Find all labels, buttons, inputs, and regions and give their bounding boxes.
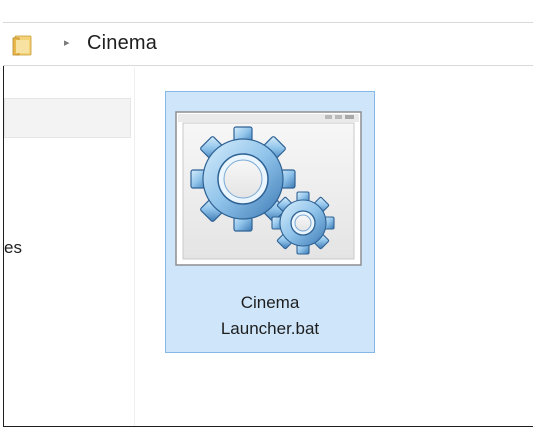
file-name-line-1: Cinema <box>240 293 300 312</box>
breadcrumb-current-folder[interactable]: Cinema <box>87 32 157 55</box>
address-bar[interactable]: ▸ Cinema <box>3 22 533 66</box>
nav-item-label[interactable]: es <box>4 238 22 258</box>
batch-file-gears-icon <box>175 111 362 266</box>
file-list-area: Cinema Launcher.bat <box>136 67 533 426</box>
folder-icon <box>12 35 32 56</box>
file-item-cinema-launcher[interactable]: Cinema Launcher.bat <box>165 91 375 353</box>
navigation-pane: es <box>4 67 135 426</box>
file-name-line-2: Launcher.bat <box>220 319 320 338</box>
nav-selected-item[interactable] <box>4 98 131 138</box>
explorer-window: ▸ Cinema es Cinema Launcher.bat <box>0 0 533 432</box>
breadcrumb-chevron-icon[interactable]: ▸ <box>64 36 70 49</box>
file-name-label: Cinema Launcher.bat <box>166 290 374 342</box>
